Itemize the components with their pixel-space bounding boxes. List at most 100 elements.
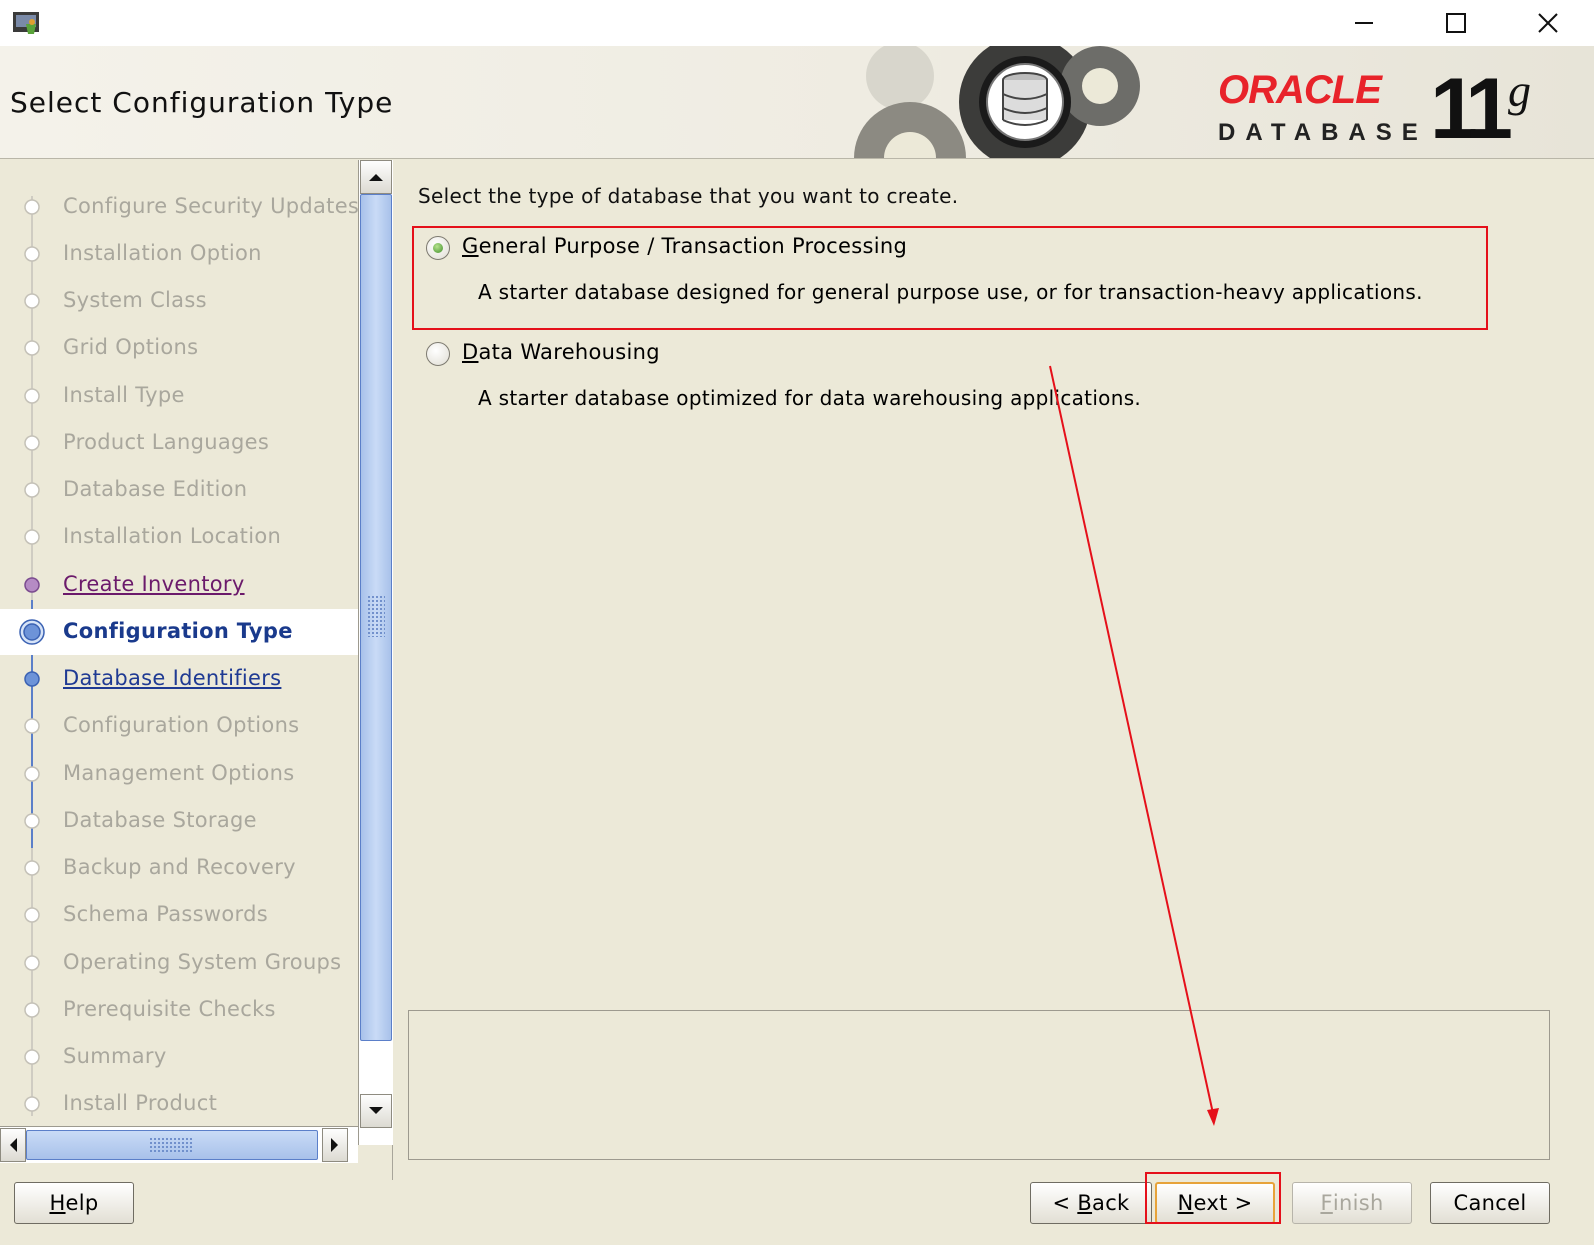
minimize-icon <box>1355 22 1373 24</box>
step-item: Install Product <box>0 1081 358 1127</box>
step-item: Schema Passwords <box>0 892 358 938</box>
step-node-icon <box>24 860 40 876</box>
wizard-header: Select Configuration Type ORACLE DATABAS… <box>0 46 1594 159</box>
step-label: Operating System Groups <box>63 950 342 974</box>
step-node-icon <box>24 293 40 309</box>
step-label: Installation Location <box>63 524 282 548</box>
steps-panel: Configure Security Updates Installation O… <box>0 160 393 1180</box>
step-item: Install Type <box>0 373 358 419</box>
step-item: Backup and Recovery <box>0 845 358 891</box>
step-node-icon <box>24 766 40 782</box>
step-node-icon <box>24 1049 40 1065</box>
step-item: Database Edition <box>0 467 358 513</box>
step-label: Product Languages <box>63 430 270 454</box>
back-button[interactable]: < Back <box>1030 1182 1152 1224</box>
data-warehousing-radio[interactable] <box>426 342 450 366</box>
arrow-down-icon <box>369 1107 383 1114</box>
minimize-button[interactable] <box>1318 0 1410 46</box>
step-label: System Class <box>63 288 207 312</box>
step-node-icon <box>24 813 40 829</box>
finish-button: Finish <box>1292 1182 1412 1224</box>
scroll-left-button[interactable] <box>0 1128 26 1162</box>
step-node-icon <box>24 340 40 356</box>
step-label: Configuration Type <box>63 619 293 643</box>
steps-horizontal-scrollbar[interactable] <box>0 1126 358 1163</box>
page-title: Select Configuration Type <box>10 86 394 119</box>
step-item: Installation Option <box>0 231 358 277</box>
step-item[interactable]: Create Inventory <box>0 562 358 608</box>
step-label: Install Product <box>63 1091 218 1115</box>
step-item: System Class <box>0 278 358 324</box>
step-item: Management Options <box>0 751 358 797</box>
step-node-icon <box>24 671 40 687</box>
step-item: Grid Options <box>0 325 358 371</box>
step-item: Configure Security Updates <box>0 184 358 230</box>
version-suffix: g <box>1508 65 1531 116</box>
current-step-icon <box>19 619 45 645</box>
step-item: Configuration Options <box>0 703 358 749</box>
prompt-text: Select the type of database that you wan… <box>418 184 959 208</box>
java-app-icon <box>13 12 39 34</box>
hscroll-thumb[interactable] <box>26 1130 318 1160</box>
window-titlebar <box>0 0 1594 46</box>
cancel-button[interactable]: Cancel <box>1430 1182 1550 1224</box>
step-label: Create Inventory <box>63 572 245 596</box>
step-label: Summary <box>63 1044 167 1068</box>
step-item: Product Languages <box>0 420 358 466</box>
database-logo-text: DATABASE <box>1218 119 1428 146</box>
steps-list: Configure Security Updates Installation O… <box>0 160 358 1145</box>
scroll-up-button[interactable] <box>360 160 392 194</box>
step-label: Grid Options <box>63 335 199 359</box>
arrow-up-icon <box>369 174 383 181</box>
step-node-icon <box>24 435 40 451</box>
version-number: 11 <box>1430 61 1513 157</box>
help-button[interactable]: Help <box>14 1182 134 1224</box>
maximize-icon <box>1446 13 1466 33</box>
step-label: Install Type <box>63 383 185 407</box>
step-item: Summary <box>0 1034 358 1080</box>
step-label: Prerequisite Checks <box>63 997 276 1021</box>
step-node-icon <box>24 199 40 215</box>
step-label: Management Options <box>63 761 295 785</box>
gears-database-icon <box>854 46 1140 158</box>
step-item: Prerequisite Checks <box>0 987 358 1033</box>
arrow-right-icon <box>331 1138 338 1152</box>
step-node-icon <box>24 482 40 498</box>
step-node-icon <box>24 388 40 404</box>
annotation-highlight-next <box>1145 1172 1281 1224</box>
step-label: Database Storage <box>63 808 257 832</box>
close-icon <box>1538 13 1558 33</box>
step-item: Operating System Groups <box>0 940 358 986</box>
close-button[interactable] <box>1502 0 1594 46</box>
step-item[interactable]: Configuration Type <box>0 609 358 655</box>
step-node-icon <box>24 1096 40 1112</box>
data-warehousing-label[interactable]: Data Warehousing <box>462 340 660 364</box>
message-pane <box>408 1010 1550 1160</box>
arrow-left-icon <box>10 1138 17 1152</box>
steps-vertical-scrollbar[interactable] <box>358 160 393 1145</box>
step-label: Database Identifiers <box>63 666 282 690</box>
step-label: Configure Security Updates <box>63 194 358 218</box>
step-item[interactable]: Database Identifiers <box>0 656 358 702</box>
step-item: Database Storage <box>0 798 358 844</box>
oracle-logo-text: ORACLE <box>1218 68 1382 112</box>
step-node-icon <box>24 907 40 923</box>
step-node-icon <box>24 529 40 545</box>
scroll-grip <box>367 595 385 637</box>
step-label: Installation Option <box>63 241 262 265</box>
step-node-icon <box>24 577 40 593</box>
step-node-icon <box>24 246 40 262</box>
step-item: Installation Location <box>0 514 358 560</box>
scroll-down-button[interactable] <box>360 1094 392 1128</box>
maximize-button[interactable] <box>1410 0 1502 46</box>
hscroll-grip <box>149 1137 193 1153</box>
scroll-thumb[interactable] <box>360 194 392 1041</box>
main-content: Select the type of database that you wan… <box>392 160 1594 1170</box>
scroll-right-button[interactable] <box>322 1128 348 1162</box>
step-label: Schema Passwords <box>63 902 268 926</box>
step-label: Backup and Recovery <box>63 855 296 879</box>
step-node-icon <box>24 955 40 971</box>
step-node-icon <box>24 718 40 734</box>
step-label: Database Edition <box>63 477 248 501</box>
annotation-highlight-option <box>412 226 1488 330</box>
